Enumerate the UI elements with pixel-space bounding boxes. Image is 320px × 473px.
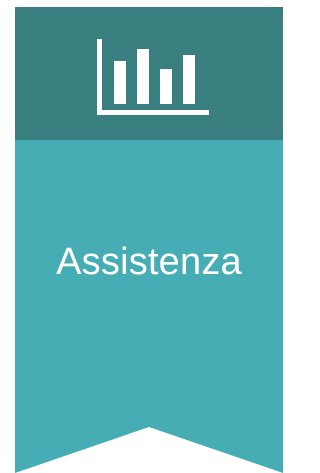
bar-chart-icon — [97, 39, 209, 115]
assistenza-ribbon-banner[interactable]: Assistenza — [15, 7, 283, 473]
banner-label: Assistenza — [56, 241, 242, 283]
ribbon-body — [15, 140, 283, 473]
